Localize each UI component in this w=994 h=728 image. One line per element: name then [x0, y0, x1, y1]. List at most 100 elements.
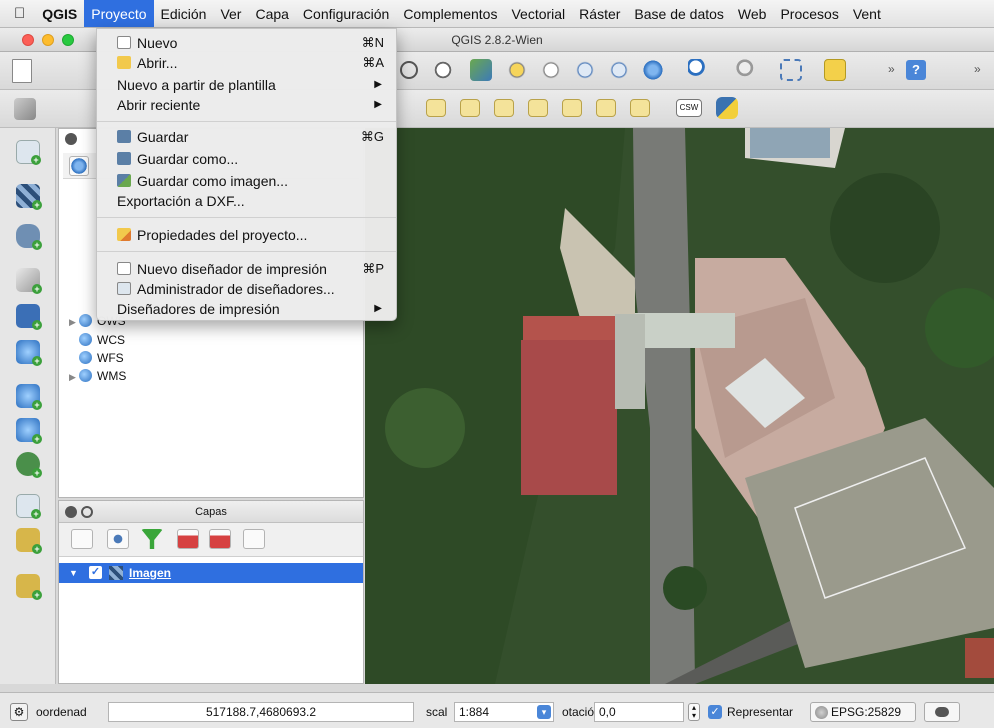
menu-item-abrir-reciente[interactable]: Abrir reciente ▶ — [97, 95, 396, 115]
browser-refresh-icon[interactable] — [69, 156, 89, 176]
zoom-next-icon[interactable] — [608, 59, 630, 81]
label-tool-4-icon[interactable] — [528, 99, 548, 117]
messages-button[interactable] — [924, 702, 960, 722]
zoom-selection-icon[interactable] — [506, 59, 528, 81]
coordinate-toggle-icon[interactable]: ⚙ — [10, 703, 28, 721]
menu-web[interactable]: Web — [731, 0, 774, 27]
layer-expand-arrow-icon[interactable]: ▼ — [69, 563, 78, 583]
expand-arrow-icon[interactable]: ▶ — [69, 372, 79, 383]
chevron-down-icon[interactable]: ▾ — [537, 705, 551, 719]
zoom-layer-icon[interactable] — [540, 59, 562, 81]
new-shapefile-layer-icon[interactable]: + — [16, 494, 41, 519]
zoom-out-icon[interactable] — [400, 61, 418, 79]
menu-item-exportar-dxf[interactable]: Exportación a DXF... — [97, 191, 396, 211]
layers-close-icon[interactable] — [65, 506, 77, 518]
toolbar-overflow-2-icon[interactable]: » — [974, 62, 981, 76]
add-wcs-layer-icon[interactable]: + — [16, 384, 42, 410]
label-tool-2-icon[interactable] — [460, 99, 480, 117]
digitize-pencil-icon[interactable] — [14, 98, 36, 120]
render-checkbox[interactable]: ✓ — [708, 705, 722, 719]
composer-manager-icon — [117, 282, 131, 295]
deselect-icon[interactable] — [824, 59, 846, 81]
menu-raster[interactable]: Ráster — [572, 0, 627, 27]
filter-legend-icon[interactable] — [141, 529, 163, 549]
menu-item-nuevo-plantilla[interactable]: Nuevo a partir de plantilla ▶ — [97, 75, 396, 95]
menu-item-administrador-disenadores[interactable]: Administrador de diseñadores... — [97, 279, 396, 299]
raster-layer-icon — [109, 566, 123, 580]
add-delimited-text-layer-icon[interactable]: + — [16, 452, 42, 478]
csw-icon[interactable]: CSW — [676, 99, 702, 117]
expand-all-icon[interactable] — [177, 529, 199, 549]
help-icon[interactable]: ? — [906, 60, 926, 80]
toolbar-overflow-icon[interactable]: » — [888, 62, 895, 76]
menu-procesos[interactable]: Procesos — [773, 0, 845, 27]
layer-row-imagen[interactable]: ▼ ✓ Imagen — [59, 563, 363, 583]
add-spatialite-layer-icon[interactable]: + — [16, 268, 42, 294]
menu-ventana[interactable]: Vent — [846, 0, 888, 27]
new-project-icon[interactable] — [12, 59, 32, 83]
submenu-arrow-icon: ▶ — [374, 303, 382, 314]
open-layer-styling-icon[interactable] — [71, 529, 93, 549]
menu-ver[interactable]: Ver — [213, 0, 248, 27]
remove-layer-icon[interactable] — [243, 529, 265, 549]
menu-item-guardar[interactable]: Guardar ⌘G — [97, 127, 396, 147]
menu-item-guardar-imagen[interactable]: Guardar como imagen... — [97, 171, 396, 191]
label-tool-7-icon[interactable] — [630, 99, 650, 117]
menu-item-nuevo-disenador[interactable]: Nuevo diseñador de impresión ⌘P — [97, 259, 396, 279]
layer-add-toolbar: + + + + + + + + + + + + — [0, 128, 56, 684]
menu-configuracion[interactable]: Configuración — [296, 0, 396, 27]
layer-visibility-checkbox[interactable]: ✓ — [89, 566, 102, 579]
apple-menu-icon[interactable]:  — [0, 0, 35, 27]
add-mssql-layer-icon[interactable]: + — [16, 304, 42, 330]
new-temporary-layer-icon[interactable]: + — [16, 574, 42, 600]
crs-button[interactable]: EPSG:25829 — [810, 702, 916, 722]
menu-vectorial[interactable]: Vectorial — [504, 0, 572, 27]
menu-capa[interactable]: Capa — [248, 0, 295, 27]
minimize-window-icon[interactable] — [42, 34, 54, 46]
zoom-window-icon[interactable] — [62, 34, 74, 46]
browser-item-wcs[interactable]: WCS — [79, 333, 125, 347]
add-wms-layer-icon[interactable]: + — [16, 340, 42, 366]
menu-item-guardar-como[interactable]: Guardar como... — [97, 149, 396, 169]
expand-arrow-icon[interactable]: ▶ — [69, 317, 79, 328]
identify-icon[interactable] — [688, 59, 710, 81]
measure-icon[interactable] — [736, 59, 758, 81]
refresh-icon[interactable] — [642, 59, 664, 81]
menu-qgis[interactable]: QGIS — [35, 0, 84, 27]
menu-proyecto[interactable]: Proyecto — [84, 0, 154, 27]
scale-combobox[interactable]: 1:884 ▾ — [454, 702, 554, 722]
label-tool-1-icon[interactable] — [426, 99, 446, 117]
label-tool-5-icon[interactable] — [562, 99, 582, 117]
menu-item-abrir[interactable]: Abrir... ⌘A — [97, 53, 396, 73]
label-tool-6-icon[interactable] — [596, 99, 616, 117]
browser-close-icon[interactable] — [65, 133, 77, 145]
menu-item-disenadores-impresion[interactable]: Diseñadores de impresión ▶ — [97, 299, 396, 319]
menu-item-propiedades[interactable]: Propiedades del proyecto... — [97, 225, 396, 245]
select-features-icon[interactable] — [780, 59, 802, 81]
menu-item-nuevo[interactable]: Nuevo ⌘N — [97, 33, 396, 53]
coordinate-field[interactable]: 517188.7,4680693.2 — [108, 702, 414, 722]
rotation-field[interactable]: 0,0 — [594, 702, 684, 722]
layers-float-icon[interactable] — [81, 506, 93, 518]
add-vector-layer-icon[interactable]: + — [16, 140, 41, 165]
browser-item-wfs[interactable]: WFS — [79, 351, 124, 365]
close-window-icon[interactable] — [22, 34, 34, 46]
menu-complementos[interactable]: Complementos — [396, 0, 504, 27]
rotation-stepper-icon[interactable]: ▴ ▾ — [688, 703, 700, 721]
crs-globe-icon — [815, 706, 828, 719]
map-canvas[interactable] — [365, 128, 994, 684]
zoom-full-icon[interactable] — [470, 59, 492, 81]
show-hide-layers-icon[interactable] — [107, 529, 129, 549]
add-postgis-layer-icon[interactable]: + — [16, 224, 42, 250]
add-wfs-layer-icon[interactable]: + — [16, 418, 42, 444]
collapse-all-icon[interactable] — [209, 529, 231, 549]
zoom-last-icon[interactable] — [574, 59, 596, 81]
menu-edicion[interactable]: Edición — [154, 0, 214, 27]
browser-item-wms[interactable]: ▶ WMS — [69, 369, 126, 383]
label-tool-3-icon[interactable] — [494, 99, 514, 117]
zoom-native-icon[interactable] — [432, 59, 454, 81]
add-raster-layer-icon[interactable]: + — [16, 184, 42, 210]
menu-base-de-datos[interactable]: Base de datos — [627, 0, 731, 27]
python-console-icon[interactable] — [716, 97, 738, 119]
new-spatialite-layer-icon[interactable]: + — [16, 528, 42, 554]
